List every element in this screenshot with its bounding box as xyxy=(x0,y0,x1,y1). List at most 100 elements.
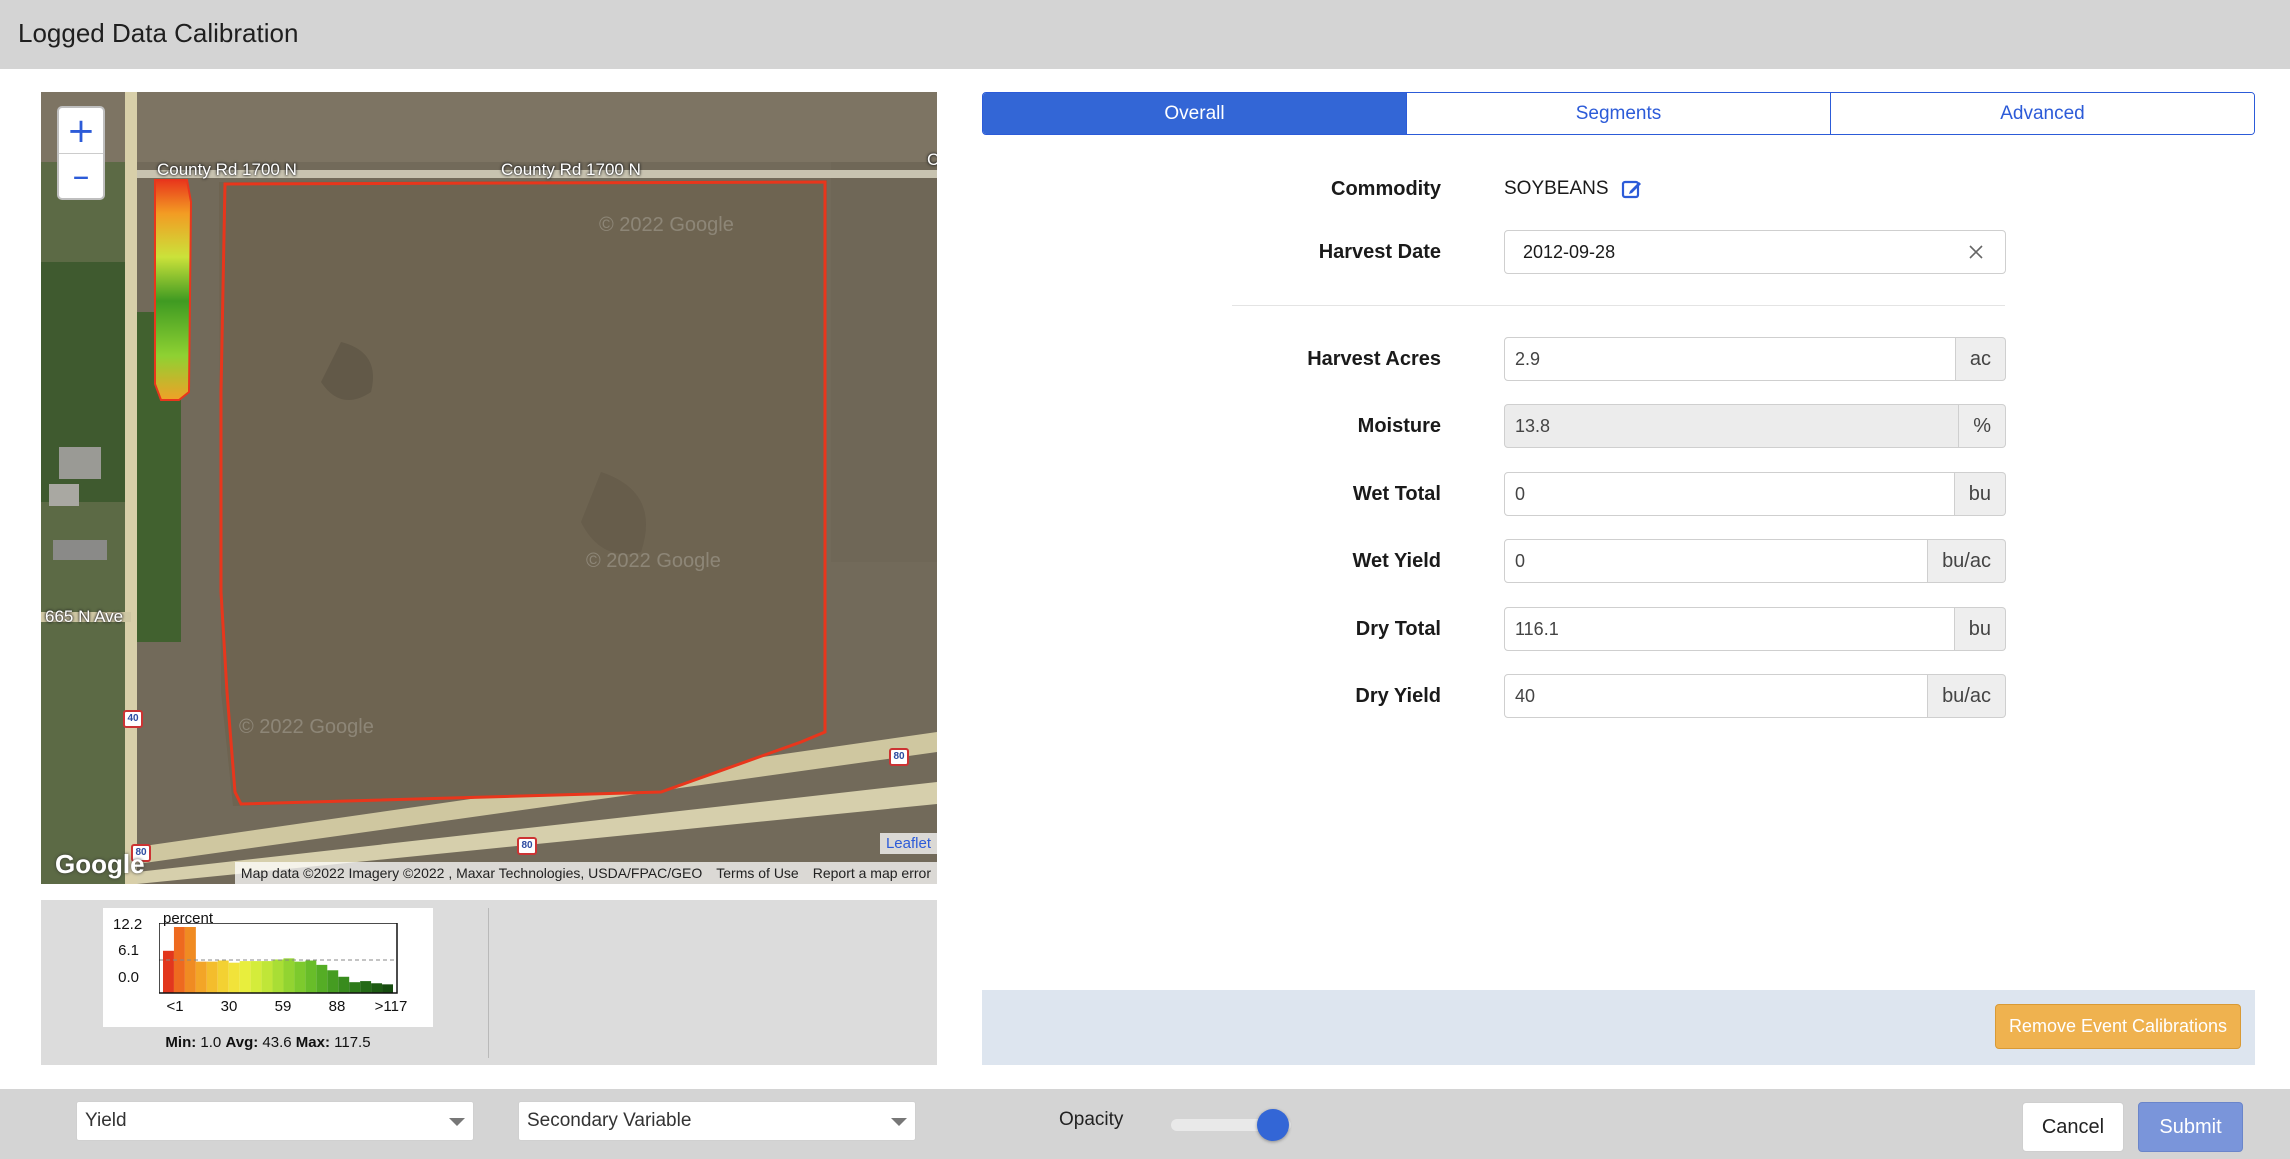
route-shield-icon: 40 xyxy=(123,710,143,728)
histogram-x-tick: 59 xyxy=(274,998,292,1015)
road-label: 665 N Ave xyxy=(45,607,124,626)
histogram-y-tick: 12.2 xyxy=(113,916,143,933)
wet-yield-group: 0 bu/ac xyxy=(1504,539,2006,583)
histogram-y-tick: 0.0 xyxy=(118,969,139,986)
legend-panel: percent 12.2 6.1 0.0 <1 30 59 88 >117 Mi… xyxy=(41,900,937,1065)
histogram-bar xyxy=(195,961,207,993)
map-data-attribution: Map data ©2022 Imagery ©2022 , Maxar Tec… xyxy=(240,865,703,881)
max-value: 117.5 xyxy=(334,1034,371,1051)
histogram-bar xyxy=(228,962,240,993)
histogram-x-tick: 88 xyxy=(328,998,346,1015)
wet-total-row: Wet Total 0 bu xyxy=(982,472,2255,516)
zoom-in-button[interactable]: + xyxy=(59,108,103,153)
harvest-date-input[interactable]: 2012-09-28 xyxy=(1504,230,2006,274)
map-attribution: Map data ©2022 Imagery ©2022 , Maxar Tec… xyxy=(234,862,937,884)
histogram-bar xyxy=(272,959,284,993)
histogram-bar xyxy=(382,984,393,993)
leaflet-link[interactable]: Leaflet xyxy=(879,833,937,854)
secondary-variable-select[interactable]: Secondary Variable xyxy=(518,1101,916,1141)
dry-yield-input[interactable]: 40 xyxy=(1504,674,1929,718)
secondary-variable-value: Secondary Variable xyxy=(527,1110,692,1131)
wet-total-input[interactable]: 0 xyxy=(1504,472,1955,516)
dry-total-row: Dry Total 116.1 bu xyxy=(982,607,2255,651)
histogram-bar xyxy=(250,961,262,993)
primary-variable-select[interactable]: Yield xyxy=(76,1101,474,1141)
terms-of-use-link[interactable]: Terms of Use xyxy=(716,865,798,881)
section-divider xyxy=(1232,305,2005,306)
yield-histogram: percent 12.2 6.1 0.0 <1 30 59 88 >117 xyxy=(103,908,433,1027)
tab-overall[interactable]: Overall xyxy=(983,93,1406,134)
submit-button[interactable]: Submit xyxy=(2138,1102,2243,1152)
tab-segments[interactable]: Segments xyxy=(1406,93,1830,134)
harvest-acres-input[interactable]: 2.9 xyxy=(1504,337,1956,381)
zoom-control: + – xyxy=(57,106,105,200)
histogram-x-tick: <1 xyxy=(166,998,184,1015)
dry-yield-row: Dry Yield 40 bu/ac xyxy=(982,674,2255,718)
histogram-bar xyxy=(261,961,273,993)
clear-icon[interactable] xyxy=(1965,241,1987,263)
harvest-date-row: Harvest Date 2012-09-28 xyxy=(982,230,2255,274)
wet-total-label: Wet Total xyxy=(1352,482,1441,505)
histogram-x-tick: >117 xyxy=(374,998,408,1015)
wet-yield-label: Wet Yield xyxy=(1352,549,1441,572)
map-view[interactable]: + – County Rd 1700 N County Rd 1700 N 66… xyxy=(41,92,937,884)
histogram-bar xyxy=(327,970,339,993)
calibration-tabs: Overall Segments Advanced xyxy=(982,92,2255,135)
wet-yield-input[interactable]: 0 xyxy=(1504,539,1929,583)
min-label: Min: xyxy=(165,1034,197,1051)
histogram-bar xyxy=(283,958,295,993)
dry-yield-unit: bu/ac xyxy=(1928,674,2006,718)
dry-total-label: Dry Total xyxy=(1355,617,1441,640)
wet-yield-unit: bu/ac xyxy=(1928,539,2006,583)
tab-advanced[interactable]: Advanced xyxy=(1830,93,2254,134)
chevron-down-icon xyxy=(891,1118,907,1126)
wet-yield-row: Wet Yield 0 bu/ac xyxy=(982,539,2255,583)
histogram-bar xyxy=(294,961,306,993)
harvest-acres-group: 2.9 ac xyxy=(1504,337,2006,381)
commodity-value-wrap: SOYBEANS xyxy=(1504,167,1643,211)
moisture-group: 13.8 % xyxy=(1504,404,2006,448)
dry-yield-group: 40 bu/ac xyxy=(1504,674,2006,718)
histogram-bar xyxy=(163,950,174,993)
route-shield-icon: 80 xyxy=(517,837,537,855)
calibration-action-bar: Remove Event Calibrations xyxy=(982,990,2255,1065)
route-shield-icon: 80 xyxy=(889,748,909,766)
map-watermark: © 2022 Google xyxy=(239,716,374,738)
google-logo: Google xyxy=(55,849,145,879)
zoom-out-button[interactable]: – xyxy=(59,153,103,198)
bottom-toolbar: Yield Secondary Variable Opacity Cancel … xyxy=(0,1089,2290,1159)
dry-total-group: 116.1 bu xyxy=(1504,607,2006,651)
histogram-bar xyxy=(360,981,372,993)
chevron-down-icon xyxy=(449,1118,465,1126)
histogram-bar xyxy=(316,964,328,993)
histogram-bar xyxy=(338,976,350,993)
harvest-date-value: 2012-09-28 xyxy=(1523,241,1616,262)
road-label: County Rd 1700 N xyxy=(501,160,641,179)
remove-event-calibrations-button[interactable]: Remove Event Calibrations xyxy=(1995,1004,2241,1049)
commodity-value: SOYBEANS xyxy=(1504,178,1609,199)
histogram-bar xyxy=(305,960,317,993)
moisture-label: Moisture xyxy=(1357,414,1441,437)
wet-total-unit: bu xyxy=(1954,472,2006,516)
histogram-bar xyxy=(217,960,229,993)
dry-total-unit: bu xyxy=(1954,607,2006,651)
opacity-slider-handle[interactable] xyxy=(1257,1109,1289,1141)
report-map-error-link[interactable]: Report a map error xyxy=(813,865,931,881)
histogram-bar xyxy=(239,961,251,993)
histogram-bar xyxy=(206,961,218,993)
avg-value: 43.6 xyxy=(262,1034,292,1051)
moisture-row: Moisture 13.8 % xyxy=(982,404,2255,448)
cancel-button[interactable]: Cancel xyxy=(2022,1102,2124,1152)
wet-total-group: 0 bu xyxy=(1504,472,2006,516)
window-title: Logged Data Calibration xyxy=(18,18,299,48)
min-value: 1.0 xyxy=(200,1034,222,1051)
harvest-acres-unit: ac xyxy=(1955,337,2006,381)
histogram-plot xyxy=(159,923,398,994)
commodity-row: Commodity SOYBEANS xyxy=(982,167,2255,211)
edit-icon[interactable] xyxy=(1621,178,1643,200)
histogram-stats: Min: 1.0 Avg: 43.6 Max: 117.5 xyxy=(103,1034,433,1051)
dry-total-input[interactable]: 116.1 xyxy=(1504,607,1955,651)
histogram-bar xyxy=(371,983,383,993)
opacity-label: Opacity xyxy=(1059,1109,1124,1130)
histogram-y-tick: 6.1 xyxy=(118,942,139,959)
